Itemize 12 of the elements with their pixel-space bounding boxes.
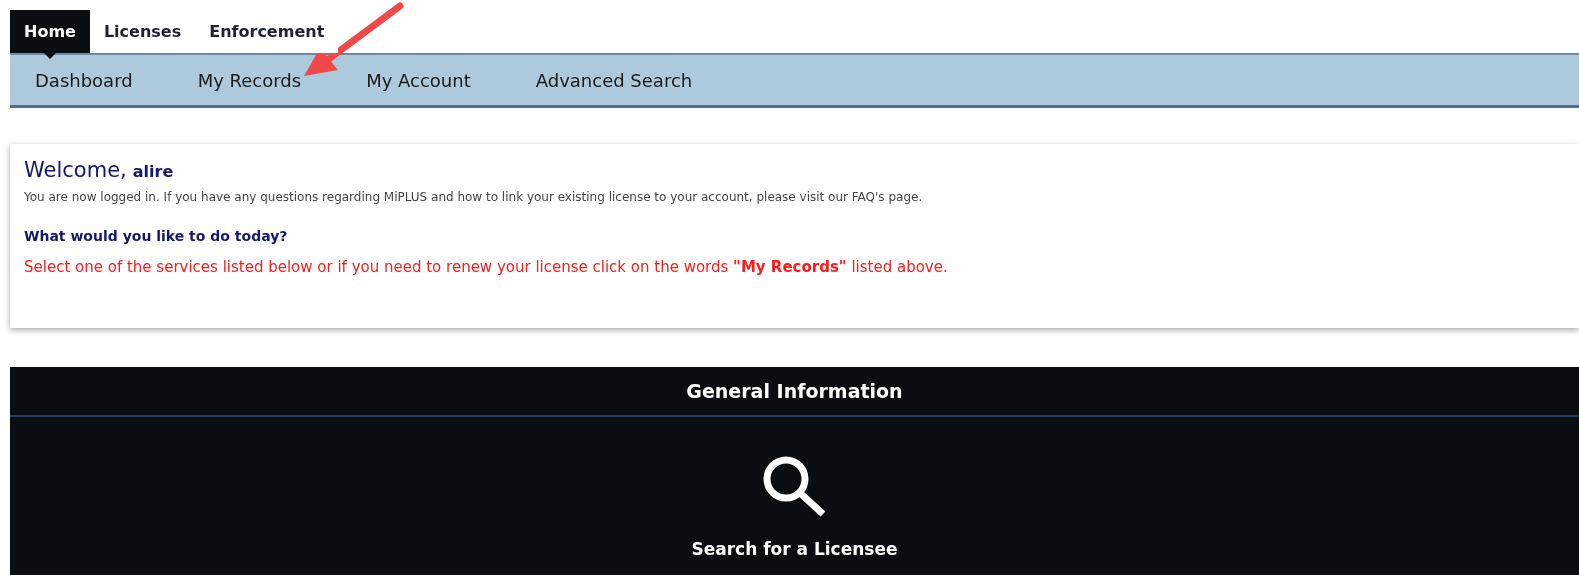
sub-nav-link[interactable]: Dashboard <box>10 69 133 91</box>
sub-nav-link[interactable]: Advanced Search <box>510 69 693 91</box>
welcome-heading: Welcome, <box>24 158 127 182</box>
nav-tab[interactable]: Home <box>10 10 90 53</box>
login-message: You are now logged in. If you have any questions regarding MiPLUS and how to link your existing license to your account, please visit our FAQ's page. <box>24 190 924 204</box>
service-link[interactable]: Search for a Licensee <box>691 539 898 559</box>
panel-title: General Information <box>686 380 903 402</box>
sub-nav-link[interactable]: My Account <box>341 69 471 91</box>
sub-nav-link[interactable]: My Records <box>172 69 302 91</box>
user-name: alire <box>132 162 174 181</box>
instruction-text: Select one of the services listed below or if you need to renew your license click on the words "My Records" listed above. <box>24 258 949 276</box>
question-heading: What would you like to do today? <box>24 228 289 244</box>
